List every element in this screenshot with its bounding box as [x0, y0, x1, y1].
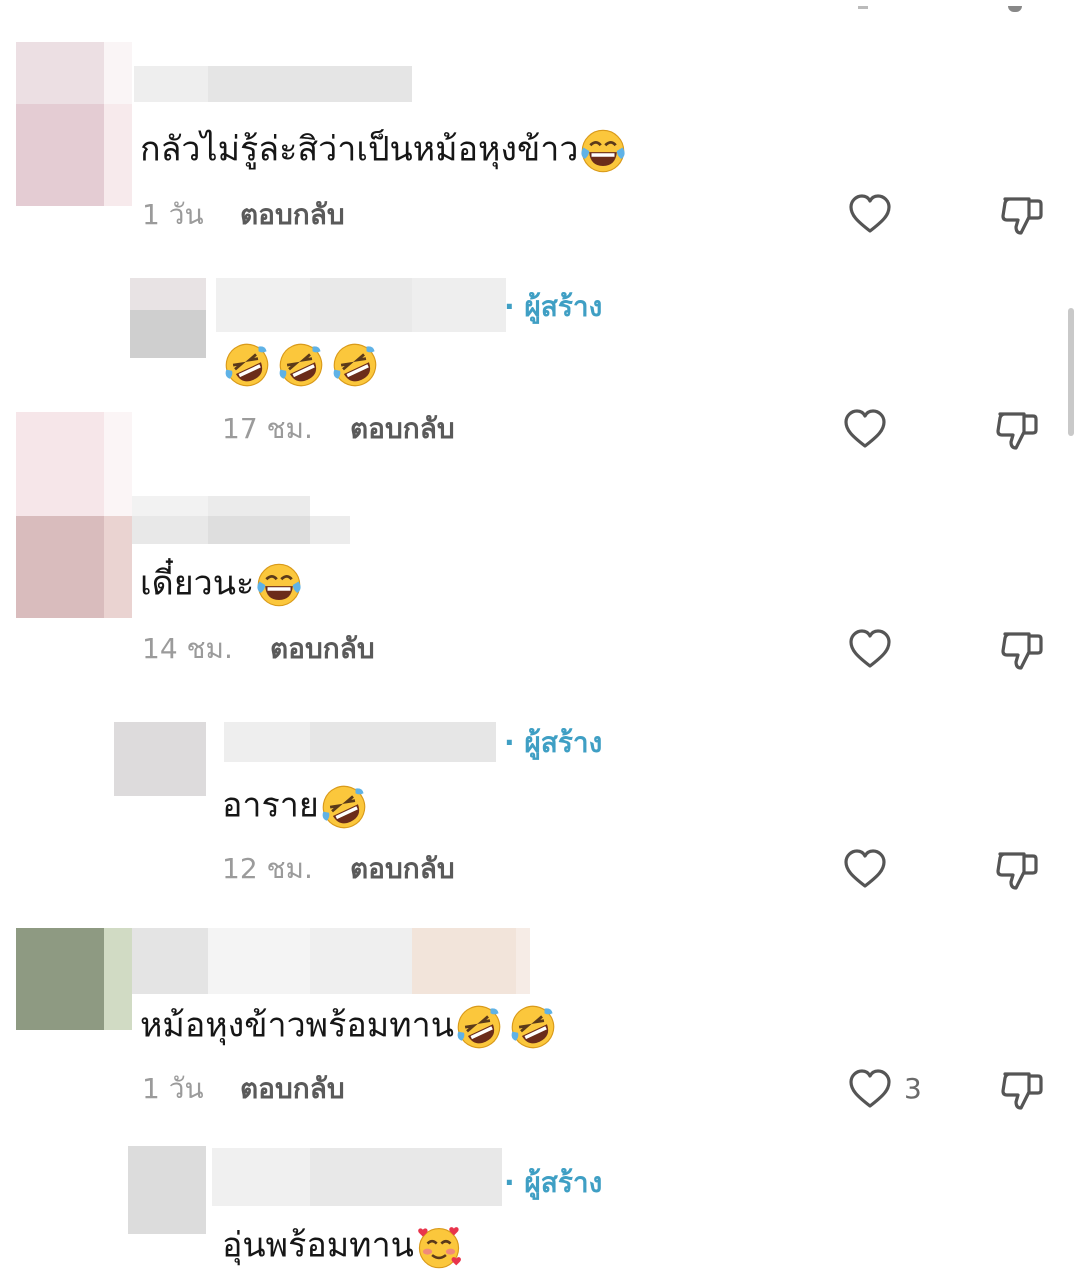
reply-button[interactable]: ตอบกลับ	[240, 1072, 345, 1106]
scrollbar[interactable]	[1068, 308, 1074, 436]
thumbs-down-outline-icon[interactable]	[998, 625, 1046, 673]
rofl-emoji	[224, 342, 270, 388]
creator-badge: · ผู้สร้าง	[504, 1166, 603, 1199]
tears-of-joy-emoji	[580, 128, 626, 174]
smiling-face-with-hearts-emoji	[416, 1224, 462, 1270]
comment-text: เดี๋ยวนะ	[140, 562, 302, 608]
heart-outline-icon[interactable]	[841, 845, 889, 893]
like-count: 3	[904, 1072, 922, 1105]
comment-text: อาราย	[222, 784, 367, 830]
tears-of-joy-emoji	[256, 562, 302, 608]
thumbs-down-outline-icon[interactable]	[998, 190, 1046, 238]
thumbs-down-outline-icon[interactable]	[993, 405, 1041, 453]
top-remnant	[1008, 6, 1022, 12]
rofl-emoji	[510, 1004, 556, 1050]
comment-text: อุ่นพร้อมทาน	[222, 1224, 462, 1270]
heart-outline-icon[interactable]	[841, 405, 889, 453]
heart-outline-icon[interactable]	[846, 625, 894, 673]
comment-text: กลัวไม่รู้ล่ะสิว่าเป็นหม้อหุงข้าว	[140, 128, 626, 174]
comment-text: หม้อหุงข้าวพร้อมทาน	[140, 1004, 556, 1050]
rofl-emoji	[456, 1004, 502, 1050]
reply-button[interactable]: ตอบกลับ	[350, 852, 455, 886]
creator-badge: · ผู้สร้าง	[504, 290, 603, 323]
rofl-emoji	[278, 342, 324, 388]
reply-button[interactable]: ตอบกลับ	[240, 198, 345, 232]
comment-time: 17 ชม.	[222, 412, 313, 445]
reply-button[interactable]: ตอบกลับ	[270, 632, 375, 666]
heart-outline-icon[interactable]	[846, 1065, 894, 1113]
thumbs-down-outline-icon[interactable]	[998, 1065, 1046, 1113]
creator-badge: · ผู้สร้าง	[504, 726, 603, 759]
rofl-emoji	[332, 342, 378, 388]
thumbs-down-outline-icon[interactable]	[993, 845, 1041, 893]
comment-time: 1 วัน	[142, 198, 204, 231]
top-remnant	[858, 6, 868, 9]
comment-time: 12 ชม.	[222, 852, 313, 885]
comment-time: 1 วัน	[142, 1072, 204, 1105]
reply-button[interactable]: ตอบกลับ	[350, 412, 455, 446]
comment-text	[222, 342, 378, 388]
comment-time: 14 ชม.	[142, 632, 233, 665]
heart-outline-icon[interactable]	[846, 190, 894, 238]
rofl-emoji	[321, 784, 367, 830]
